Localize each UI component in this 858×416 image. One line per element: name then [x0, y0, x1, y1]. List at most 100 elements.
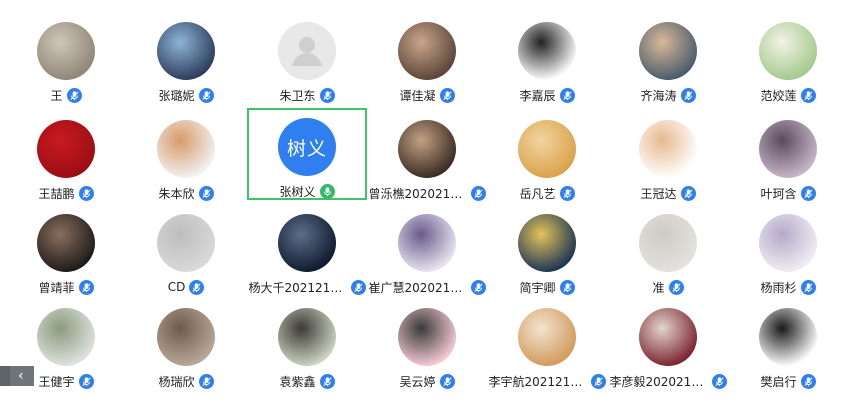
avatar [639, 214, 697, 272]
avatar [278, 308, 336, 366]
participant-name: 曾泺樵2020212... [368, 186, 467, 201]
participant-tile[interactable]: 李彦毅2020212... [608, 298, 728, 390]
name-row: 吴云婷 [367, 372, 487, 390]
participant-tile[interactable]: 朱本欣 [126, 110, 246, 202]
microphone-muted-icon [66, 87, 82, 103]
participant-name: 朱卫东 [279, 88, 316, 103]
chevron-left-icon[interactable]: ‹ [18, 366, 24, 386]
name-row: 谭佳凝 [367, 86, 487, 104]
name-row: 李嘉辰 [487, 86, 607, 104]
avatar [759, 120, 817, 178]
participant-tile[interactable]: 李宇航2021210... [487, 298, 607, 390]
avatar-initials: 树义 [286, 137, 327, 160]
participant-tile[interactable]: 岳凡艺 [487, 110, 607, 202]
participant-tile[interactable]: 曾靖菲 [6, 204, 126, 296]
participant-name: 王健宇 [38, 374, 75, 389]
avatar [37, 214, 95, 272]
avatar [157, 308, 215, 366]
scroll-handle[interactable] [0, 366, 10, 386]
microphone-muted-icon [198, 373, 214, 389]
participant-tile[interactable]: CD [126, 204, 246, 296]
participant-name: 杨雨杉 [760, 280, 797, 295]
microphone-muted-icon [711, 373, 727, 389]
participant-tile[interactable]: 谭佳凝 [367, 12, 487, 104]
participant-name: 李彦毅2020212... [609, 374, 708, 389]
name-row: 王 [6, 86, 126, 104]
participant-name: 曾靖菲 [38, 280, 75, 295]
avatar [278, 214, 336, 272]
participant-tile[interactable]: 吴云婷 [367, 298, 487, 390]
participant-tile[interactable]: 王喆鹏 [6, 110, 126, 202]
avatar [157, 22, 215, 80]
avatar [37, 22, 95, 80]
name-row: 张树义 [249, 182, 365, 200]
name-row: 杨大千2021210... [247, 278, 367, 296]
participant-name: 叶珂含 [760, 186, 797, 201]
name-row: 李彦毅2020212... [608, 372, 728, 390]
microphone-muted-icon [439, 87, 455, 103]
avatar [398, 120, 456, 178]
participant-name: 杨瑞欣 [158, 374, 195, 389]
avatar [37, 308, 95, 366]
microphone-active-icon [319, 183, 335, 199]
participant-name: 王 [50, 88, 63, 103]
participant-tile[interactable]: 齐海涛 [608, 12, 728, 104]
microphone-muted-icon [680, 185, 696, 201]
avatar [639, 308, 697, 366]
participant-tile[interactable]: 叶珂含 [728, 110, 848, 202]
participant-name: 崔广慧2020211... [368, 280, 467, 295]
default-user-icon [278, 22, 336, 80]
participant-tile[interactable]: 简宇卿 [487, 204, 607, 296]
microphone-muted-icon [439, 373, 455, 389]
participant-tile[interactable]: 树义 张树义 [247, 108, 367, 200]
name-row: 樊启行 [728, 372, 848, 390]
avatar [398, 308, 456, 366]
name-row: 张璐妮 [126, 86, 246, 104]
avatar [518, 308, 576, 366]
participant-tile[interactable]: 王冠达 [608, 110, 728, 202]
participant-tile[interactable]: 准 [608, 204, 728, 296]
participant-tile[interactable]: 杨瑞欣 [126, 298, 246, 390]
participant-name: 樊启行 [760, 374, 797, 389]
microphone-muted-icon [189, 279, 205, 295]
name-row: 杨雨杉 [728, 278, 848, 296]
microphone-muted-icon [800, 373, 816, 389]
name-row: CD [126, 278, 246, 296]
participant-name: 王喆鹏 [38, 186, 75, 201]
participant-tile[interactable]: 王 [6, 12, 126, 104]
microphone-muted-icon [350, 279, 366, 295]
page-prev-control[interactable]: ‹ [0, 366, 34, 386]
microphone-muted-icon [800, 185, 816, 201]
participant-name: 李嘉辰 [519, 88, 556, 103]
participant-name: 吴云婷 [399, 374, 436, 389]
participant-tile[interactable]: 崔广慧2020211... [367, 204, 487, 296]
name-row: 曾靖菲 [6, 278, 126, 296]
participant-name: 朱本欣 [158, 186, 195, 201]
participant-name: 齐海涛 [640, 88, 677, 103]
avatar [518, 214, 576, 272]
participant-name: 杨大千2021210... [248, 280, 347, 295]
participant-tile[interactable]: 朱卫东 [247, 12, 367, 104]
microphone-muted-icon [319, 373, 335, 389]
participant-tile[interactable]: 范姣莲 [728, 12, 848, 104]
participant-tile[interactable]: 杨大千2021210... [247, 204, 367, 296]
microphone-muted-icon [800, 279, 816, 295]
microphone-muted-icon [78, 185, 94, 201]
participant-tile[interactable]: 樊启行 [728, 298, 848, 390]
name-row: 王喆鹏 [6, 184, 126, 202]
avatar [639, 120, 697, 178]
participant-tile[interactable]: 曾泺樵2020212... [367, 110, 487, 202]
participant-tile[interactable]: 杨雨杉 [728, 204, 848, 296]
avatar [398, 214, 456, 272]
avatar: 树义 [278, 118, 336, 176]
participant-tile[interactable]: 袁紫鑫 [247, 298, 367, 390]
name-row: 朱本欣 [126, 184, 246, 202]
participant-tile[interactable]: 张璐妮 [126, 12, 246, 104]
name-row: 王冠达 [608, 184, 728, 202]
participant-name: 岳凡艺 [519, 186, 556, 201]
avatar [518, 22, 576, 80]
participant-grid: 王 张璐妮 朱卫东 谭佳凝 李嘉辰 齐海涛 范姣莲王喆鹏 朱本欣 树义张树义 曾泺樵2020212… [0, 0, 858, 416]
participant-tile[interactable]: 李嘉辰 [487, 12, 607, 104]
microphone-muted-icon [559, 87, 575, 103]
microphone-muted-icon [800, 87, 816, 103]
